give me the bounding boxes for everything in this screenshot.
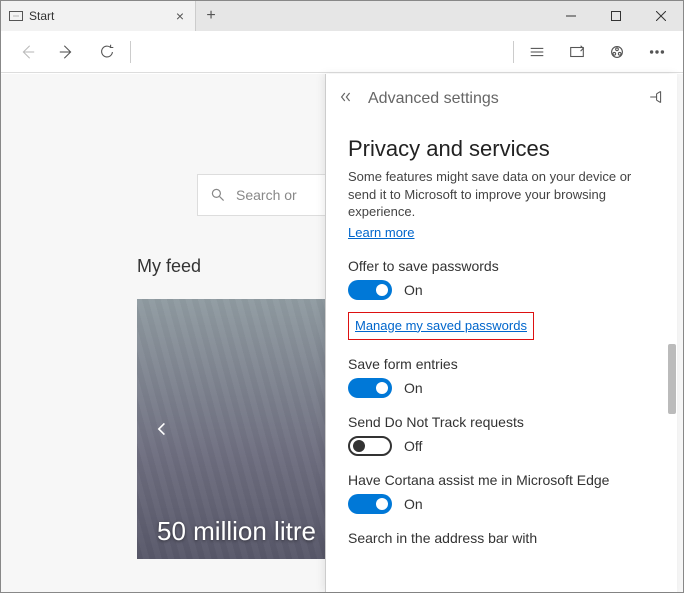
back-button[interactable] [7,32,47,72]
feed-prev-button[interactable] [147,414,177,444]
search-icon [210,187,226,203]
pin-button[interactable] [647,89,663,110]
toggle-save-passwords[interactable] [348,280,392,300]
panel-header: Advanced settings [326,74,677,124]
tab-favicon: ⋯ [9,11,23,21]
settings-panel: Advanced settings Privacy and services S… [325,74,677,592]
feed-caption: 50 million litre [157,516,316,547]
setting-save-passwords: Offer to save passwords On [348,258,655,300]
setting-label: Save form entries [348,356,655,372]
panel-scrollbar[interactable] [665,124,677,592]
toggle-form-entries[interactable] [348,378,392,398]
share-button[interactable] [597,32,637,72]
scrollbar-thumb[interactable] [668,344,676,414]
setting-label: Search in the address bar with [348,530,655,546]
setting-dnt: Send Do Not Track requests Off [348,414,655,456]
setting-cortana: Have Cortana assist me in Microsoft Edge… [348,472,655,514]
reading-view-button[interactable] [517,32,557,72]
toggle-state: On [404,282,423,298]
section-description: Some features might save data on your de… [348,168,655,221]
setting-form-entries: Save form entries On [348,356,655,398]
manage-passwords-link[interactable]: Manage my saved passwords [355,318,527,333]
close-window-button[interactable] [638,1,683,31]
setting-label: Have Cortana assist me in Microsoft Edge [348,472,655,488]
separator [130,41,131,63]
tab-title: Start [29,9,173,23]
new-tab-button[interactable]: + [196,1,226,31]
maximize-button[interactable] [593,1,638,31]
panel-back-button[interactable] [340,90,356,109]
close-tab-button[interactable]: × [173,8,187,24]
titlebar: ⋯ Start × + [1,1,683,31]
setting-address-bar: Search in the address bar with [348,530,655,546]
setting-label: Offer to save passwords [348,258,655,274]
forward-button[interactable] [47,32,87,72]
browser-tab[interactable]: ⋯ Start × [1,1,196,31]
separator [513,41,514,63]
toggle-state: On [404,380,423,396]
section-title: Privacy and services [348,136,655,162]
more-button[interactable] [637,32,677,72]
toggle-state: On [404,496,423,512]
toggle-cortana[interactable] [348,494,392,514]
toggle-dnt[interactable] [348,436,392,456]
refresh-button[interactable] [87,32,127,72]
panel-body[interactable]: Privacy and services Some features might… [326,124,677,592]
highlight-annotation: Manage my saved passwords [348,312,534,340]
learn-more-link[interactable]: Learn more [348,225,414,240]
setting-label: Send Do Not Track requests [348,414,655,430]
toggle-state: Off [404,438,422,454]
panel-title: Advanced settings [368,90,499,108]
search-placeholder: Search or [236,187,297,203]
notes-button[interactable] [557,32,597,72]
minimize-button[interactable] [548,1,593,31]
toolbar [1,31,683,73]
